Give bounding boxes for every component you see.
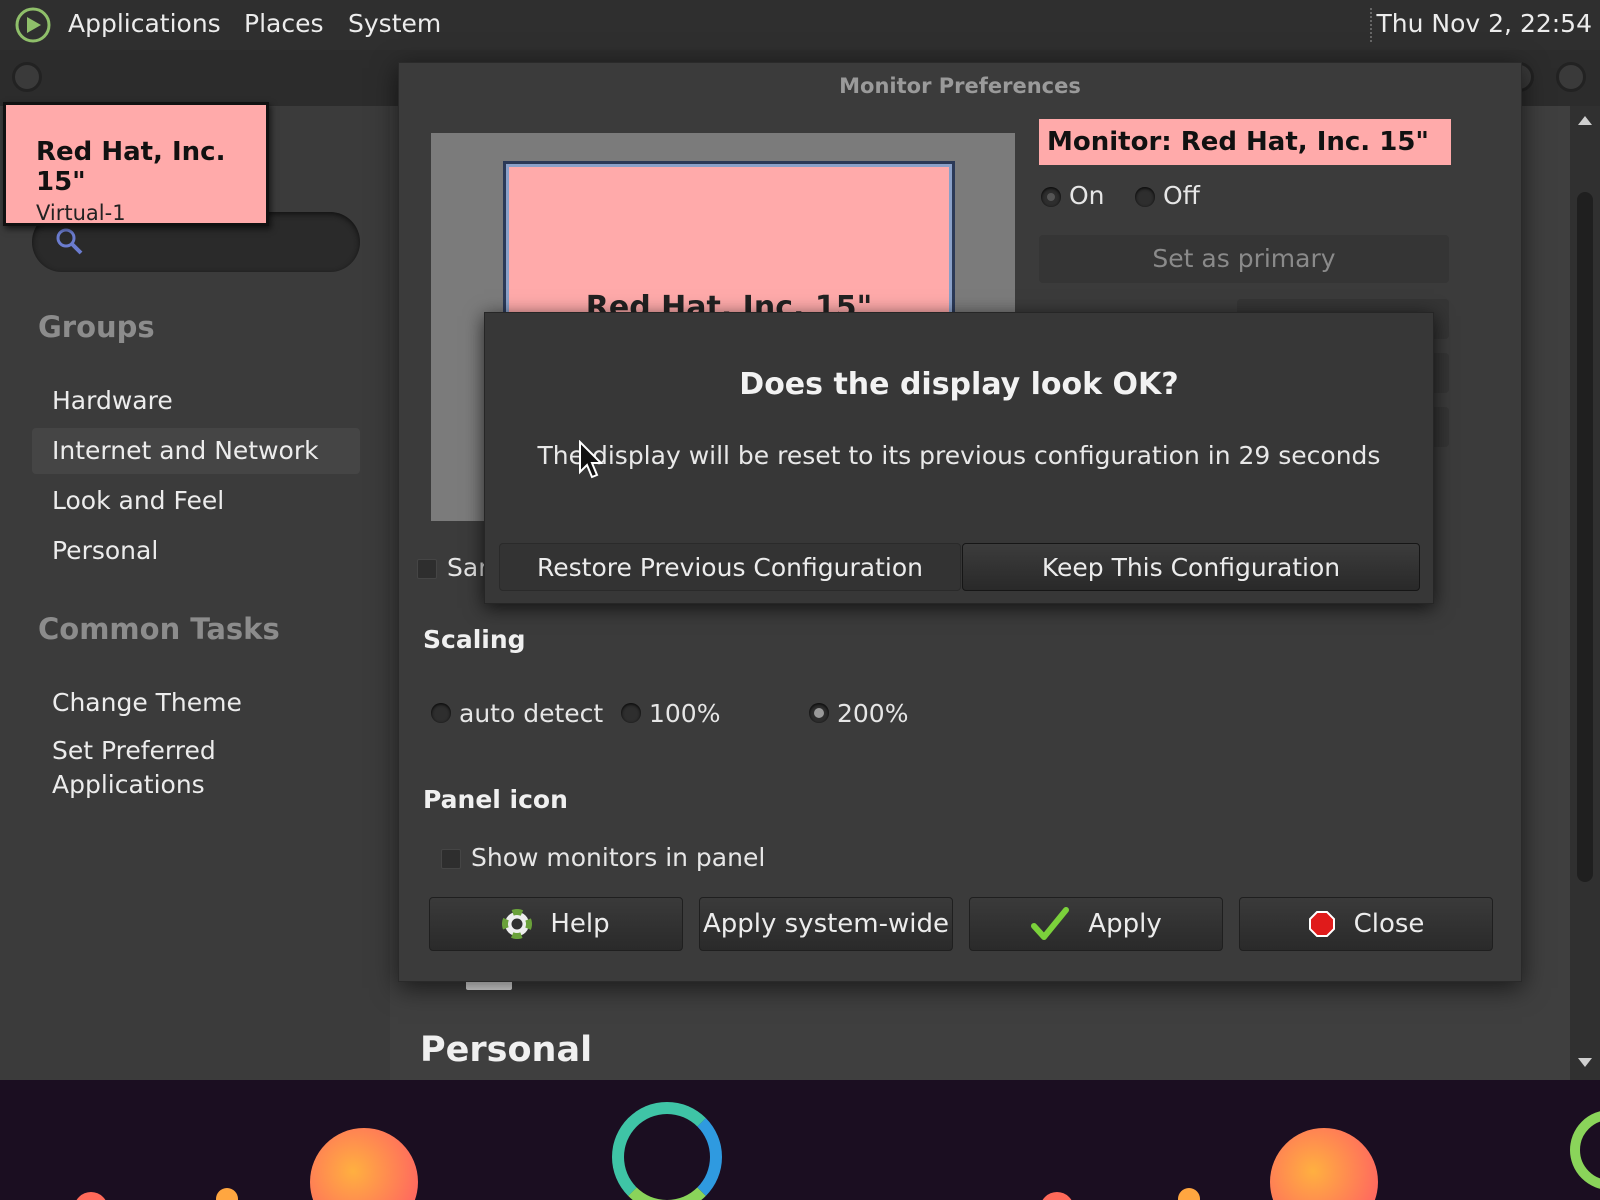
common-tasks-heading: Common Tasks (38, 612, 280, 646)
scaling-heading: Scaling (423, 625, 526, 654)
applications-menu[interactable]: Applications (68, 9, 221, 38)
restore-previous-configuration-button[interactable]: Restore Previous Configuration (499, 543, 961, 591)
show-in-panel-label: Show monitors in panel (471, 843, 766, 872)
dialog-title: Monitor Preferences (839, 74, 1081, 98)
close-window-button[interactable] (1556, 62, 1586, 92)
wallpaper-dot (216, 1188, 238, 1200)
confirm-title: Does the display look OK? (739, 367, 1179, 402)
personal-section-title: Personal (420, 1030, 593, 1070)
tooltip-title: Red Hat, Inc. 15" (36, 137, 226, 197)
content-scrollbar[interactable] (1570, 106, 1600, 1080)
scaling-200-radio[interactable] (809, 703, 829, 723)
keep-this-configuration-button[interactable]: Keep This Configuration (962, 543, 1420, 591)
apply-system-wide-label: Apply system-wide (702, 909, 950, 939)
tooltip-subtitle: Virtual-1 (36, 201, 126, 225)
scaling-200-label: 200% (837, 699, 909, 728)
wallpaper-dot (1178, 1188, 1200, 1200)
show-in-panel-checkbox[interactable] (441, 849, 461, 869)
scaling-100-radio[interactable] (621, 703, 641, 723)
scroll-down-arrow[interactable] (1578, 1058, 1592, 1067)
set-as-primary-button[interactable]: Set as primary (1039, 235, 1449, 283)
close-button[interactable]: Close (1239, 897, 1493, 951)
monitor-tooltip: Red Hat, Inc. 15" Virtual-1 (3, 102, 269, 226)
places-menu[interactable]: Places (244, 9, 324, 38)
top-panel: Applications Places System Thu Nov 2, 22… (0, 0, 1600, 50)
groups-heading: Groups (38, 310, 155, 344)
power-off-radio[interactable] (1135, 187, 1155, 207)
system-menu[interactable]: System (348, 9, 441, 38)
scaling-auto-radio[interactable] (431, 703, 451, 723)
desktop-wallpaper (0, 1080, 1600, 1200)
help-lifebuoy-icon (502, 909, 533, 939)
wallpaper-dot (1040, 1192, 1074, 1200)
apply-system-wide-button[interactable]: Apply system-wide (699, 897, 953, 951)
clock[interactable]: Thu Nov 2, 22:54 (1377, 9, 1593, 38)
search-icon (56, 228, 83, 255)
power-on-radio[interactable] (1041, 187, 1061, 207)
same-image-label: Sar (447, 553, 489, 582)
mouse-cursor-icon (579, 440, 604, 479)
wallpaper-orb (310, 1128, 418, 1200)
help-button[interactable]: Help (429, 897, 683, 951)
wallpaper-ring (1570, 1110, 1600, 1190)
sidebar-item-personal[interactable]: Personal (32, 528, 360, 574)
wallpaper-ring (612, 1102, 722, 1200)
task-change-theme[interactable]: Change Theme (32, 680, 360, 726)
scaling-auto-label: auto detect (459, 699, 604, 728)
apply-button-label: Apply (1088, 909, 1162, 939)
scrollbar-thumb[interactable] (1577, 192, 1593, 882)
distro-logo-icon[interactable] (14, 6, 52, 44)
monitor-heading: Monitor: Red Hat, Inc. 15" (1039, 119, 1451, 165)
sidebar-item-hardware[interactable]: Hardware (32, 378, 360, 424)
confirm-message: The display will be reset to its previou… (537, 441, 1381, 470)
confirm-display-dialog: Does the display look OK? The display wi… (484, 312, 1434, 604)
sidebar-item-look-and-feel[interactable]: Look and Feel (32, 478, 360, 524)
window-menu-button[interactable] (12, 62, 42, 92)
panel-separator (1370, 8, 1374, 42)
help-button-label: Help (550, 909, 610, 939)
power-on-label: On (1069, 181, 1105, 210)
task-set-preferred-applications[interactable]: Set Preferred Applications (32, 730, 252, 806)
stop-icon (1308, 911, 1335, 937)
power-off-label: Off (1163, 181, 1200, 210)
scroll-up-arrow[interactable] (1578, 116, 1592, 125)
wallpaper-orb (1270, 1128, 1378, 1200)
scaling-100-label: 100% (649, 699, 721, 728)
close-button-label: Close (1353, 909, 1425, 939)
same-image-checkbox[interactable] (417, 559, 437, 579)
wallpaper-dot (74, 1192, 108, 1200)
panel-icon-heading: Panel icon (423, 785, 568, 814)
apply-button[interactable]: Apply (969, 897, 1223, 951)
sidebar-item-internet-and-network[interactable]: Internet and Network (32, 428, 360, 474)
checkmark-icon (1031, 907, 1070, 940)
